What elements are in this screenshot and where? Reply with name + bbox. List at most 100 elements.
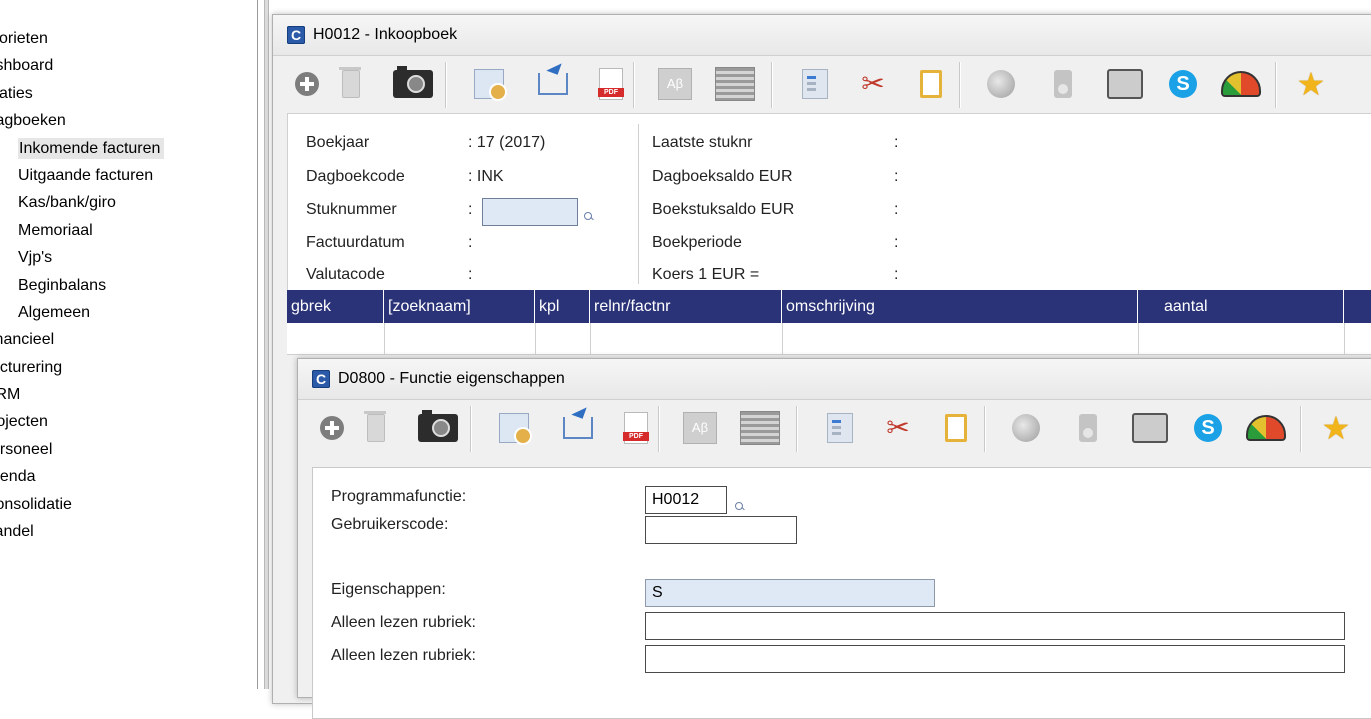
nav-item[interactable]: vorieten [0, 25, 257, 52]
clipboard-button[interactable] [936, 408, 976, 448]
nav-item-label: inancieel [0, 331, 55, 349]
window-title: D0800 - Functie eigenschappen [338, 370, 565, 387]
toolbar: Aβ ✂ S ★ [312, 404, 1371, 454]
calculator-button[interactable] [740, 408, 780, 448]
preview-button[interactable] [469, 64, 509, 104]
column-header-relnr[interactable]: relnr/factnr [590, 290, 782, 323]
camera-button[interactable] [418, 408, 458, 448]
share-icon [563, 417, 593, 439]
booking-grid: gbrek [zoeknaam] kpl relnr/factnr omschr… [287, 290, 1371, 355]
eigenschappen-input[interactable]: S [645, 579, 935, 607]
clipboard-button[interactable] [911, 64, 951, 104]
nav-item[interactable]: Beginbalans [0, 272, 257, 299]
nav-item[interactable]: Memoriaal [0, 217, 257, 244]
nav-item-label: Beginbalans [18, 276, 107, 294]
screen-button[interactable] [1130, 408, 1170, 448]
star-button[interactable]: ★ [1291, 64, 1331, 104]
boekstuksaldo-label: Boekstuksaldo EUR [652, 201, 795, 218]
add-button[interactable] [287, 64, 327, 104]
column-header-omschrijving[interactable]: omschrijving [782, 290, 1138, 323]
nav-item-label: Uitgaande facturen [18, 166, 154, 184]
skype-button[interactable]: S [1163, 64, 1203, 104]
pdf-button[interactable] [616, 408, 656, 448]
toolbar-separator [771, 62, 772, 108]
globe-button[interactable] [981, 64, 1021, 104]
font-button[interactable]: Aβ [680, 408, 720, 448]
camera-button[interactable] [393, 64, 433, 104]
nav-item[interactable]: ıshboard [0, 52, 257, 79]
preview-button[interactable] [494, 408, 534, 448]
globe-button[interactable] [1006, 408, 1046, 448]
boekperiode-label: Boekperiode [652, 234, 742, 251]
skype-button[interactable]: S [1188, 408, 1228, 448]
star-icon: ★ [1296, 66, 1326, 102]
nav-item[interactable]: rojecten [0, 408, 257, 435]
nav-item[interactable]: :onsolidatie [0, 491, 257, 518]
search-icon[interactable] [584, 212, 592, 220]
device-button[interactable] [1068, 408, 1108, 448]
column-header-zoeknaam[interactable]: [zoeknaam] [384, 290, 535, 323]
table-row[interactable] [287, 323, 1371, 355]
boekjaar-value: : 17 (2017) [468, 134, 546, 151]
nav-item[interactable]: Algemeen [0, 299, 257, 326]
titlebar[interactable]: C D0800 - Functie eigenschappen [298, 359, 1371, 400]
programmafunctie-input[interactable]: H0012 [645, 486, 727, 514]
boekperiode-value: : [894, 234, 899, 251]
scissors-button[interactable]: ✂ [853, 64, 893, 104]
nav-item[interactable]: ersoneel [0, 436, 257, 463]
nav-item[interactable]: Inkomende facturen [0, 135, 257, 162]
nav-item[interactable]: :RM [0, 381, 257, 408]
grid-cell[interactable] [287, 323, 385, 354]
gauge-button[interactable] [1221, 64, 1261, 104]
titlebar[interactable]: C H0012 - Inkoopboek [273, 15, 1371, 56]
share-button[interactable] [558, 408, 598, 448]
clipboard-icon [920, 70, 942, 98]
document-button[interactable] [820, 408, 860, 448]
nav-item[interactable]: Vjp's [0, 244, 257, 271]
grid-cell[interactable] [590, 323, 783, 354]
nav-topbar [0, 0, 257, 22]
gauge-button[interactable] [1246, 408, 1286, 448]
trash-button[interactable] [331, 64, 371, 104]
grid-cell[interactable] [384, 323, 536, 354]
column-header-gbrek[interactable]: gbrek [287, 290, 384, 323]
font-button[interactable]: Aβ [655, 64, 695, 104]
nav-item[interactable]: genda [0, 463, 257, 490]
nav-item[interactable]: landel [0, 518, 257, 545]
nav-item[interactable]: acturering [0, 354, 257, 381]
dagboeksaldo-label: Dagboeksaldo EUR [652, 168, 793, 185]
dagboekcode-value: : INK [468, 168, 504, 185]
alleen-lezen-input-1[interactable] [645, 612, 1345, 640]
scissors-button[interactable]: ✂ [878, 408, 918, 448]
add-button[interactable] [312, 408, 352, 448]
column-header-aantal[interactable]: aantal [1138, 290, 1344, 323]
globe-icon [987, 70, 1015, 98]
nav-item[interactable]: ılaties [0, 80, 257, 107]
factuurdatum-label: Factuurdatum [306, 234, 405, 251]
calculator-button[interactable] [715, 64, 755, 104]
nav-item[interactable]: Kas/bank/giro [0, 189, 257, 216]
trash-button[interactable] [356, 408, 396, 448]
document-button[interactable] [795, 64, 835, 104]
gebruikerscode-label: Gebruikerscode: [331, 516, 449, 533]
search-icon[interactable] [735, 502, 743, 510]
clipboard-icon [945, 414, 967, 442]
star-button[interactable]: ★ [1316, 408, 1356, 448]
device-button[interactable] [1043, 64, 1083, 104]
nav-item[interactable]: Uitgaande facturen [0, 162, 257, 189]
column-header-kpl[interactable]: kpl [535, 290, 590, 323]
grid-cell[interactable] [782, 323, 1139, 354]
window-title: H0012 - Inkoopboek [313, 26, 458, 43]
gebruikerscode-input[interactable] [645, 516, 797, 544]
grid-cell[interactable] [535, 323, 591, 354]
grid-cell[interactable] [1138, 323, 1345, 354]
nav-item[interactable]: ıagboeken [0, 107, 257, 134]
screen-button[interactable] [1105, 64, 1145, 104]
stuknummer-input[interactable] [482, 198, 578, 226]
splitter[interactable] [264, 0, 269, 689]
alleen-lezen-input-2[interactable] [645, 645, 1345, 673]
boekstuksaldo-value: : [894, 201, 899, 218]
share-button[interactable] [533, 64, 573, 104]
pdf-button[interactable] [591, 64, 631, 104]
nav-item[interactable]: inancieel [0, 326, 257, 353]
